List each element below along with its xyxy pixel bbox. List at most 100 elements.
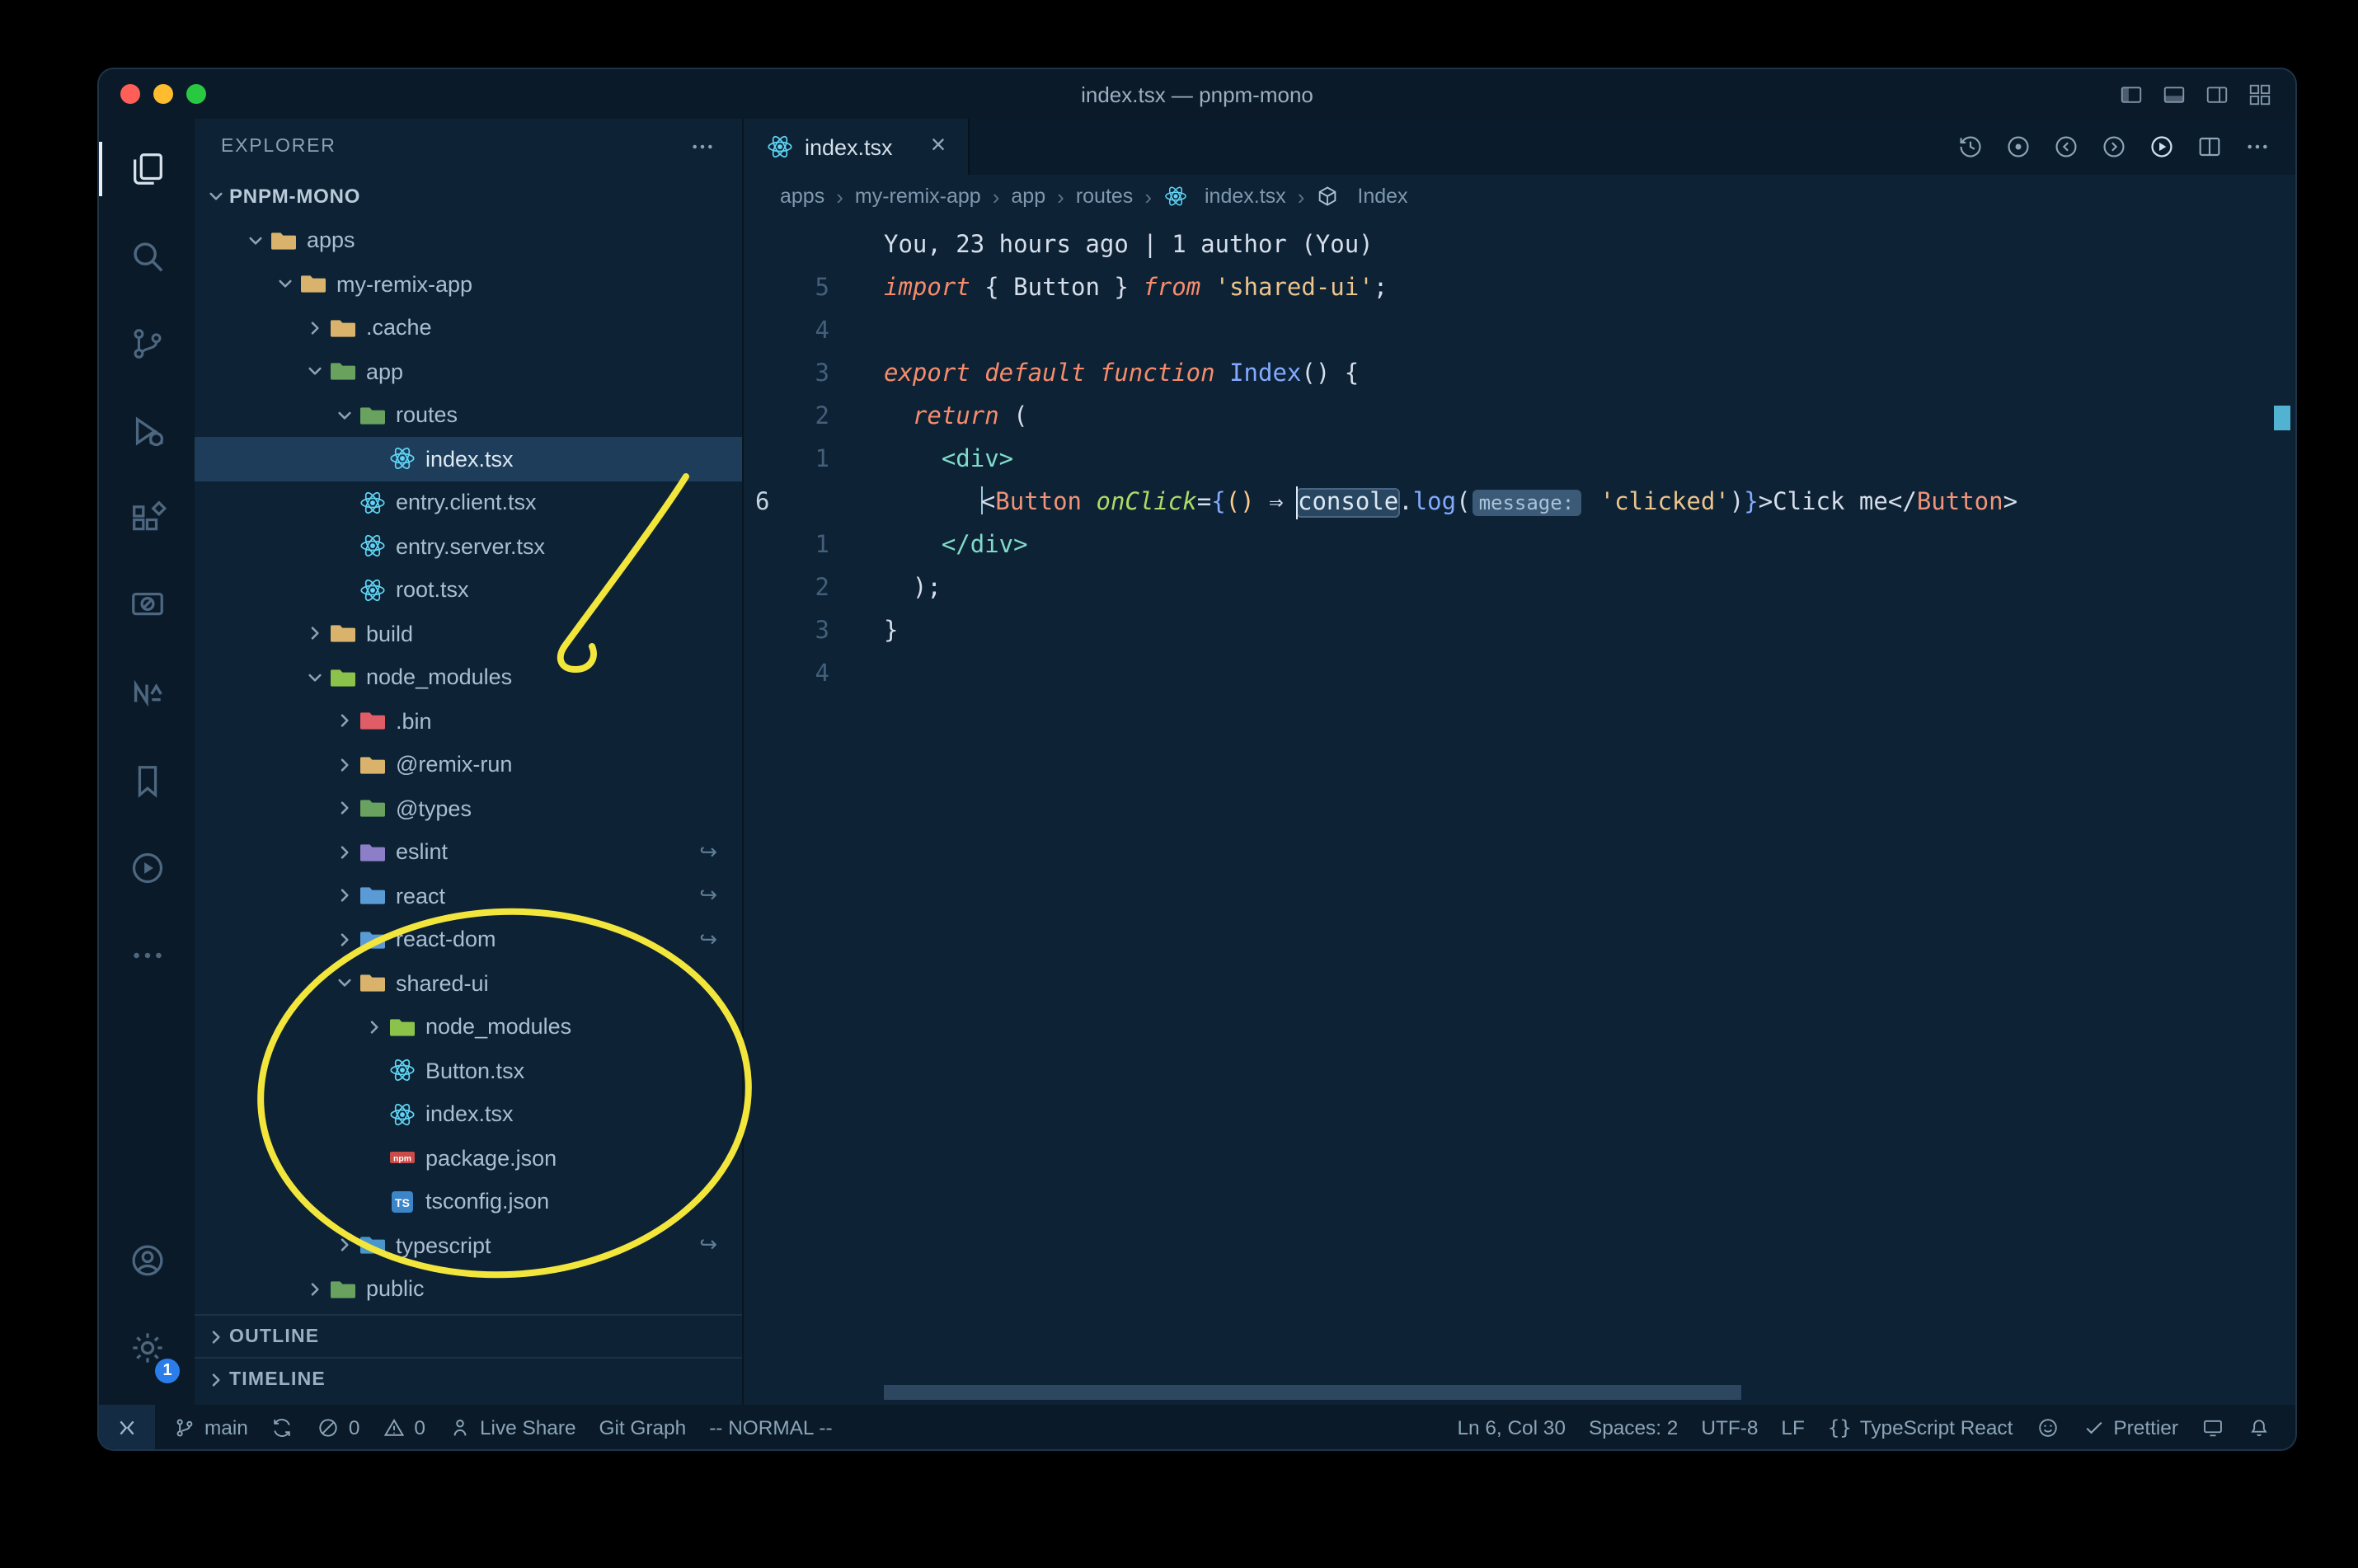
breadcrumb-item-app[interactable]: app <box>1011 185 1045 208</box>
chevron-icon[interactable] <box>330 843 358 862</box>
tree-item-remix-run[interactable]: @remix-run <box>195 743 742 786</box>
chevron-icon[interactable] <box>330 930 358 950</box>
tree-item-apps[interactable]: apps <box>195 218 742 262</box>
tree-item-button-tsx[interactable]: Button.tsx <box>195 1049 742 1092</box>
code-line[interactable]: 5 import { Button } from 'shared-ui'; <box>744 267 2295 310</box>
breadcrumb-item-apps[interactable]: apps <box>780 185 824 208</box>
activity-settings-icon[interactable]: 1 <box>99 1304 195 1392</box>
activity-more-views-icon[interactable] <box>99 912 195 999</box>
tree-item-entry-server-tsx[interactable]: entry.server.tsx <box>195 524 742 568</box>
chevron-icon[interactable] <box>300 318 328 338</box>
section-outline[interactable]: OUTLINE <box>195 1314 742 1357</box>
chevron-icon[interactable] <box>270 275 298 294</box>
chevron-icon[interactable] <box>300 1279 328 1299</box>
more-actions-icon[interactable] <box>2244 134 2271 160</box>
run-icon[interactable] <box>2149 134 2175 160</box>
status-git-graph[interactable]: Git Graph <box>588 1405 698 1449</box>
minimize-window-button[interactable] <box>153 84 173 104</box>
status-eol[interactable]: LF <box>1769 1405 1815 1449</box>
status-screencast[interactable] <box>2190 1405 2236 1449</box>
code-line[interactable]: 2 return ( <box>744 396 2295 439</box>
breadcrumb-item-index[interactable]: Index <box>1316 185 1408 208</box>
activity-remote-explorer-icon[interactable] <box>99 562 195 650</box>
chevron-icon[interactable] <box>241 231 269 251</box>
tree-item-react-dom[interactable]: react-dom ↪ <box>195 918 742 961</box>
close-tab-icon[interactable]: × <box>931 133 946 160</box>
tree-item-tsconfig-json[interactable]: TS tsconfig.json <box>195 1180 742 1223</box>
tree-item-bin[interactable]: .bin <box>195 699 742 743</box>
chevron-icon[interactable] <box>330 755 358 775</box>
chevron-icon[interactable] <box>330 1236 358 1256</box>
close-window-button[interactable] <box>120 84 140 104</box>
chevron-icon[interactable] <box>300 624 328 644</box>
activity-code-runner-icon[interactable] <box>99 824 195 912</box>
activity-nx-console-icon[interactable] <box>99 650 195 737</box>
panel-right-icon[interactable] <box>2205 82 2229 106</box>
titlebar[interactable]: index.tsx — pnpm-mono <box>99 69 2295 119</box>
tree-item-shared-ui[interactable]: shared-ui <box>195 961 742 1005</box>
code-line[interactable]: 3 export default function Index() { <box>744 353 2295 396</box>
breadcrumb-item-my-remix-app[interactable]: my-remix-app <box>855 185 981 208</box>
zoom-window-button[interactable] <box>186 84 206 104</box>
status-git-branch[interactable]: main <box>162 1405 260 1449</box>
status-problems-errors[interactable]: 0 <box>306 1405 372 1449</box>
prev-change-icon[interactable] <box>2053 134 2079 160</box>
status-indentation[interactable]: Spaces: 2 <box>1577 1405 1689 1449</box>
tree-item-pnpm-mono[interactable]: PNPM-MONO <box>195 175 742 218</box>
tree-item-node-modules[interactable]: node_modules <box>195 655 742 699</box>
code-editor[interactable]: You, 23 hours ago | 1 author (You) 5 impor… <box>744 218 2295 1405</box>
open-changes-icon[interactable] <box>2005 134 2032 160</box>
tree-item-react[interactable]: react ↪ <box>195 874 742 918</box>
blame-annotation[interactable]: You, 23 hours ago | 1 author (You) <box>744 224 2295 267</box>
history-icon[interactable] <box>1957 134 1984 160</box>
code-line[interactable]: 4 <box>744 653 2295 696</box>
status-language-mode[interactable]: {} TypeScript React <box>1816 1405 2025 1449</box>
tree-item-routes[interactable]: routes <box>195 393 742 437</box>
tree-item-types[interactable]: @types <box>195 786 742 830</box>
breadcrumb-item-index-tsx[interactable]: index.tsx <box>1163 185 1286 208</box>
tree-item-cache[interactable]: .cache <box>195 306 742 350</box>
tree-item-index-tsx[interactable]: index.tsx <box>195 1092 742 1136</box>
breadcrumb-item-routes[interactable]: routes <box>1076 185 1134 208</box>
status-encoding[interactable]: UTF-8 <box>1689 1405 1769 1449</box>
chevron-icon[interactable] <box>330 799 358 819</box>
activity-search-icon[interactable] <box>99 213 195 300</box>
chevron-icon[interactable] <box>330 406 358 425</box>
activity-source-control-icon[interactable] <box>99 300 195 387</box>
chevron-icon[interactable] <box>300 668 328 688</box>
activity-bookmarks-icon[interactable] <box>99 737 195 824</box>
status-cursor-position[interactable]: Ln 6, Col 30 <box>1445 1405 1576 1449</box>
tab-index-tsx[interactable]: index.tsx × <box>744 119 970 175</box>
chevron-icon[interactable] <box>300 362 328 382</box>
chevron-icon[interactable] <box>201 187 229 207</box>
code-line[interactable]: 1 <div> <box>744 439 2295 481</box>
chevron-icon[interactable] <box>359 1017 388 1037</box>
code-line[interactable]: 2 ); <box>744 567 2295 610</box>
code-line[interactable]: 6 <Button onClick={() ⇒ console.log(mess… <box>744 481 2295 524</box>
tree-item-node-modules[interactable]: node_modules <box>195 1005 742 1049</box>
tree-item-entry-client-tsx[interactable]: entry.client.tsx <box>195 481 742 524</box>
code-line[interactable]: 1 </div> <box>744 524 2295 567</box>
code-line[interactable]: 4 <box>744 310 2295 353</box>
status-feedback[interactable] <box>2024 1405 2070 1449</box>
status-live-share[interactable]: Live Share <box>437 1405 588 1449</box>
tree-item-typescript[interactable]: typescript ↪ <box>195 1223 742 1267</box>
status-formatter-prettier[interactable]: Prettier <box>2070 1405 2190 1449</box>
status-problems-warnings[interactable]: 0 <box>371 1405 437 1449</box>
horizontal-scrollbar[interactable] <box>884 1385 1741 1400</box>
explorer-more-actions-icon[interactable] <box>689 134 716 160</box>
split-editor-icon[interactable] <box>2196 134 2223 160</box>
chevron-icon[interactable] <box>330 711 358 731</box>
chevron-icon[interactable] <box>330 974 358 993</box>
status-notifications[interactable] <box>2236 1405 2282 1449</box>
tree-item-package-json[interactable]: npm package.json <box>195 1136 742 1180</box>
activity-explorer-icon[interactable] <box>99 125 195 213</box>
tree-item-public[interactable]: public <box>195 1267 742 1311</box>
tree-item-index-tsx[interactable]: index.tsx <box>195 437 742 481</box>
code-line[interactable]: 3} <box>744 610 2295 653</box>
section-timeline[interactable]: TIMELINE <box>195 1357 742 1400</box>
tree-item-root-tsx[interactable]: root.tsx <box>195 568 742 612</box>
tree-item-app[interactable]: app <box>195 350 742 393</box>
tree-item-build[interactable]: build <box>195 612 742 655</box>
next-change-icon[interactable] <box>2101 134 2127 160</box>
